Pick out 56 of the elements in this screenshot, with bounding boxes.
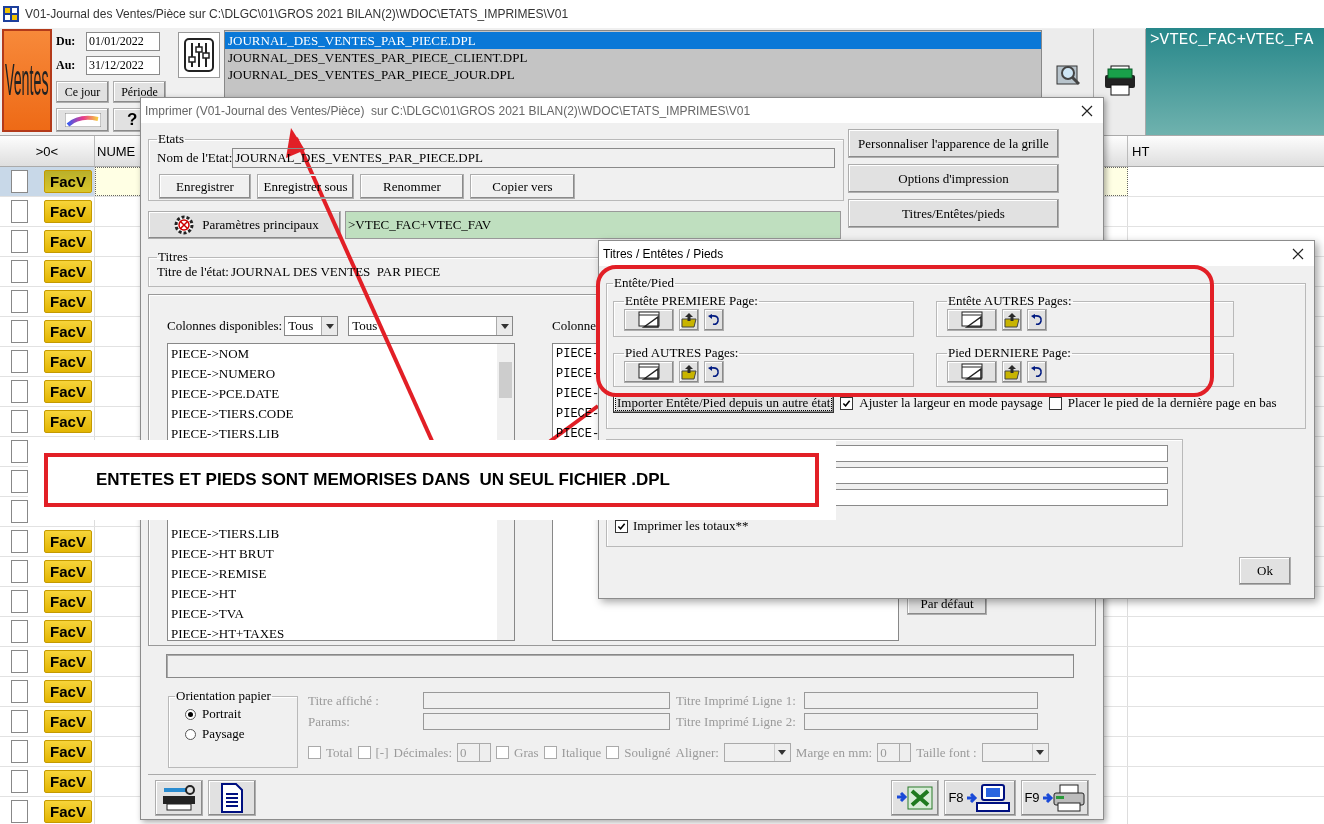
- type-badge: FacV: [44, 170, 92, 193]
- type-badge: FacV: [44, 590, 92, 613]
- type-badge: FacV: [44, 560, 92, 583]
- type-badge: FacV: [44, 770, 92, 793]
- field-label: Décimales:: [393, 744, 452, 761]
- type-badge: FacV: [44, 650, 92, 673]
- type-badge: FacV: [44, 680, 92, 703]
- field-label: Titre Imprimé Ligne 2:: [676, 713, 797, 730]
- field-label: Du:: [56, 33, 77, 49]
- field-label: Titre de l'état:: [157, 264, 229, 280]
- checkbox-label: Ajuster la largeur en mode paysage: [859, 395, 1043, 411]
- field-label: Titre affiché :: [308, 692, 380, 709]
- type-badge: FacV: [44, 710, 92, 733]
- checkbox-label: Total: [326, 744, 353, 761]
- field-label: Marge en mm:: [795, 744, 873, 761]
- group-label: Entête/Pied: [613, 275, 675, 291]
- checkbox-label: [-]: [375, 744, 389, 761]
- field-label: Au:: [56, 57, 77, 73]
- radio-label: Paysage: [202, 726, 245, 742]
- field-label: Titre Imprimé Ligne 1:: [676, 692, 797, 709]
- field-label: Colonne: [552, 318, 597, 334]
- type-badge: FacV: [44, 350, 92, 373]
- group-label: Pied DERNIERE Page:: [947, 345, 1072, 361]
- type-badge: FacV: [44, 290, 92, 313]
- type-badge: FacV: [44, 800, 92, 823]
- checkbox-label: Gras: [514, 744, 539, 761]
- type-badge: FacV: [44, 620, 92, 643]
- type-badge: FacV: [44, 410, 92, 433]
- dialog-title: Imprimer (V01-Journal des Ventes/Pièce) sur C:\DLGC\01\GROS 2021 BILAN(2)\WDOC\ETATS_IMPRIMES\V01: [145, 103, 751, 118]
- type-badge: FacV: [44, 200, 92, 223]
- field-label: Params:: [308, 713, 351, 730]
- checkbox-label: Placer le pied de la dernière page en bas: [1067, 395, 1277, 411]
- window-title: V01-Journal des Ventes/Pièce sur C:\DLGC\01\GROS 2021 BILAN(2)\WDOC\ETATS_IMPRIMES\V01: [25, 7, 569, 21]
- type-badge: FacV: [44, 230, 92, 253]
- checkbox-label: Imprimer les totaux**: [633, 518, 749, 534]
- checkbox-label: Italique: [561, 744, 602, 761]
- field-label: Nom de l'Etat:: [157, 150, 233, 166]
- group-label: Pied AUTRES Pages:: [624, 345, 740, 361]
- type-badge: FacV: [44, 320, 92, 343]
- filter-text: >VTEC_FAC+VTEC_FA: [1150, 31, 1314, 49]
- group-label: Entête PREMIERE Page:: [624, 293, 759, 309]
- field-label: Taille font :: [916, 744, 977, 761]
- type-badge: FacV: [44, 530, 92, 553]
- group-label: Orientation papier: [175, 688, 272, 704]
- type-badge: FacV: [44, 740, 92, 763]
- type-badge: FacV: [44, 380, 92, 403]
- dialog-title: Titres / Entêtes / Pieds: [603, 246, 724, 261]
- field-label: Aligner:: [675, 744, 719, 761]
- radio-label: Portrait: [202, 706, 241, 722]
- callout-text: ENTETES ET PIEDS SONT MEMORISES DANS UN SEUL FICHIER .DPL: [96, 470, 670, 490]
- group-label: Titres: [157, 249, 189, 265]
- group-label: Entête AUTRES Pages:: [947, 293, 1073, 309]
- group-label: Etats: [157, 131, 185, 147]
- field-label: Colonnes disponibles:: [167, 318, 283, 334]
- checkbox-label: Souligné: [624, 744, 671, 761]
- type-badge: FacV: [44, 260, 92, 283]
